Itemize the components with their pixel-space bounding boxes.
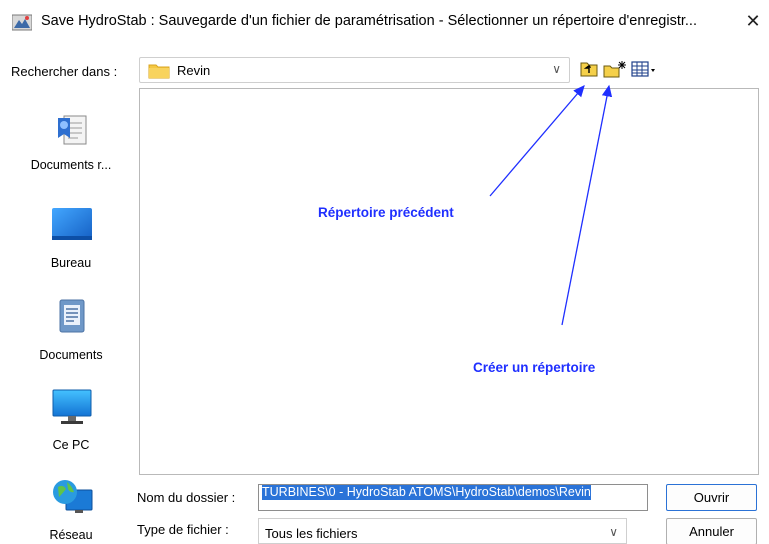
places-bar: Documents r... Bureau Documents Ce PC Ré… — [10, 88, 132, 544]
cancel-button[interactable]: Annuler — [666, 518, 757, 544]
place-label: Documents — [39, 348, 103, 362]
close-icon[interactable]: ✕ — [745, 12, 761, 30]
chevron-down-icon: ∨ — [609, 525, 618, 539]
up-folder-icon[interactable] — [580, 60, 598, 78]
file-type-value: Tous les fichiers — [265, 526, 358, 541]
app-icon — [11, 13, 33, 31]
folder-name-input[interactable]: TURBINES\0 - HydroStab ATOMS\HydroStab\d… — [258, 484, 648, 511]
folder-icon — [148, 63, 170, 79]
place-network[interactable]: Réseau — [10, 478, 132, 544]
place-recent-documents[interactable]: Documents r... — [10, 108, 132, 194]
chevron-down-icon: ∨ — [552, 62, 561, 76]
place-this-pc[interactable]: Ce PC — [10, 388, 132, 474]
look-in-value: Revin — [177, 63, 211, 78]
place-label: Bureau — [50, 256, 92, 270]
documents-icon — [50, 298, 94, 342]
new-folder-icon[interactable] — [603, 60, 627, 78]
place-label: Réseau — [49, 528, 93, 542]
annotation-previous-directory: Répertoire précédent — [318, 205, 454, 220]
network-icon — [50, 478, 94, 522]
look-in-combobox[interactable]: Revin ∨ — [139, 57, 570, 83]
title-bar: Save HydroStab : Sauvegarde d'un fichier… — [0, 0, 769, 44]
folder-name-value: TURBINES\0 - HydroStab ATOMS\HydroStab\d… — [262, 485, 591, 500]
look-in-label: Rechercher dans : — [11, 64, 118, 79]
open-button[interactable]: Ouvrir — [666, 484, 757, 511]
place-desktop[interactable]: Bureau — [10, 206, 132, 292]
window-title: Save HydroStab : Sauvegarde d'un fichier… — [41, 13, 697, 29]
place-label: Documents r... — [30, 158, 112, 172]
place-label: Ce PC — [52, 438, 90, 452]
desktop-icon — [50, 206, 94, 250]
computer-icon — [50, 388, 94, 432]
file-list-pane[interactable] — [139, 88, 759, 475]
file-type-select[interactable]: Tous les fichiers ∨ — [258, 518, 627, 544]
place-documents[interactable]: Documents — [10, 298, 132, 384]
view-menu-icon[interactable] — [631, 60, 657, 78]
folder-name-label: Nom du dossier : — [137, 490, 236, 505]
recent-documents-icon — [50, 108, 94, 152]
file-type-label: Type de fichier : — [137, 522, 229, 537]
annotation-create-directory: Créer un répertoire — [473, 360, 596, 375]
